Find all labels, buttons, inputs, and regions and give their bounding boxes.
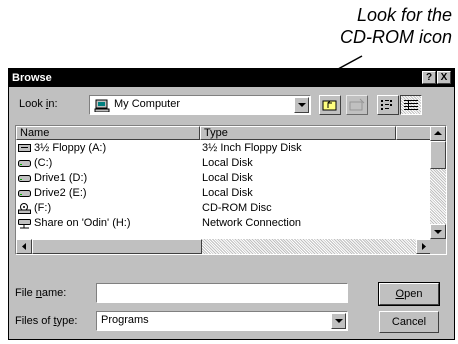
column-header-extra[interactable] [396,126,432,140]
up-folder-icon [322,100,337,111]
file-list[interactable]: Name Type 3½ Floppy (A:) 3½ Inch Floppy … [15,125,447,255]
details-view-button[interactable] [400,95,422,115]
callout-line-2: CD-ROM icon [339,27,452,47]
item-type: Local Disk [202,187,253,199]
help-button[interactable]: ? [422,71,436,84]
item-name: (C:) [34,157,53,169]
item-type: Network Connection [202,217,302,229]
my-computer-icon [94,99,110,115]
new-folder-icon [349,98,365,111]
cancel-button[interactable]: Cancel [379,311,439,333]
list-item[interactable]: Drive1 (D:) Local Disk [16,171,432,186]
cdrom-drive-icon [18,203,31,214]
horizontal-scrollbar[interactable] [16,239,432,254]
title-bar: Browse ? X [9,69,454,87]
hard-drive-icon [18,188,31,198]
column-header-type[interactable]: Type [200,126,396,140]
create-new-folder-button[interactable] [346,95,368,115]
list-item[interactable]: 3½ Floppy (A:) 3½ Inch Floppy Disk [16,141,432,156]
details-view-icon [404,100,418,110]
scroll-right-arrow-icon [422,243,426,250]
list-item[interactable]: (F:) CD-ROM Disc [16,201,432,216]
item-name: Share on 'Odin' (H:) [34,217,131,229]
item-name: Drive2 (E:) [34,187,87,199]
look-in-value: My Computer [114,98,181,110]
open-button[interactable]: Open [378,282,440,306]
look-in-label: Look in: [19,98,58,110]
list-item[interactable]: (C:) Local Disk [16,156,432,171]
list-item[interactable]: Drive2 (E:) Local Disk [16,186,432,201]
scroll-left-arrow-icon [22,243,26,250]
look-in-dropdown-button[interactable] [294,97,309,113]
item-name: 3½ Floppy (A:) [34,142,107,154]
scroll-up-arrow-icon [434,131,442,135]
scroll-left-button[interactable] [16,239,32,254]
list-view-icon [381,100,392,110]
item-type: Local Disk [202,172,253,184]
scroll-down-button[interactable] [430,224,446,239]
scroll-down-arrow-icon [434,230,442,234]
vertical-scrollbar[interactable] [430,126,446,239]
floppy-drive-icon [18,143,31,153]
file-name-input[interactable] [96,283,348,303]
look-in-combo[interactable]: My Computer [89,95,311,115]
callout-text: Look for the CD-ROM icon [340,4,452,48]
list-view-button[interactable] [377,95,399,115]
scrollbar-corner [430,239,446,254]
browse-dialog: Browse ? X Look in: My Computer Name Typ… [8,68,455,340]
close-button[interactable]: X [437,71,451,84]
horizontal-scroll-thumb[interactable] [32,239,202,254]
network-drive-icon [18,218,31,229]
files-of-type-dropdown-button[interactable] [331,313,346,329]
hard-drive-icon [18,173,31,183]
item-type: 3½ Inch Floppy Disk [202,142,302,154]
dialog-title: Browse [12,72,52,84]
list-item[interactable]: Share on 'Odin' (H:) Network Connection [16,216,432,231]
up-one-level-button[interactable] [319,95,341,115]
file-name-label: File name: [15,287,67,299]
scroll-up-button[interactable] [430,126,446,141]
files-of-type-combo[interactable]: Programs [96,311,348,331]
item-type: CD-ROM Disc [202,202,272,214]
item-name: Drive1 (D:) [34,172,88,184]
callout-line-1: Look for the [356,5,452,25]
hard-drive-icon [18,158,31,168]
item-name: (F:) [34,202,52,214]
files-of-type-label: Files of type: [15,315,78,327]
files-of-type-value: Programs [101,314,149,326]
column-header-name[interactable]: Name [16,126,200,140]
vertical-scroll-thumb[interactable] [430,141,446,169]
item-type: Local Disk [202,157,253,169]
